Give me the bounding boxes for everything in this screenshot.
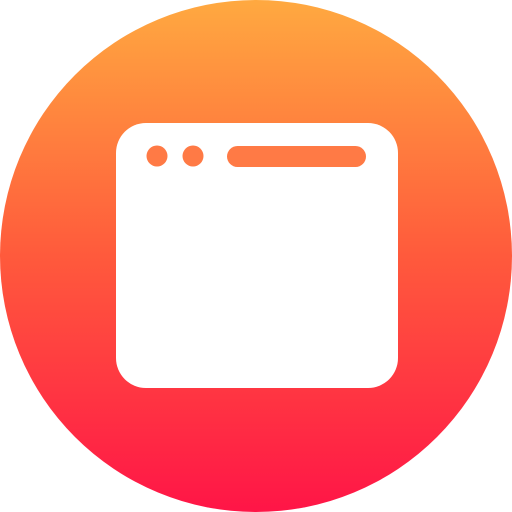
window-control-dot-2 — [182, 145, 204, 167]
window-control-dot-1 — [146, 145, 168, 167]
browser-window-app-icon — [0, 0, 512, 512]
window-address-bar — [227, 146, 366, 167]
browser-window-icon — [0, 0, 512, 512]
